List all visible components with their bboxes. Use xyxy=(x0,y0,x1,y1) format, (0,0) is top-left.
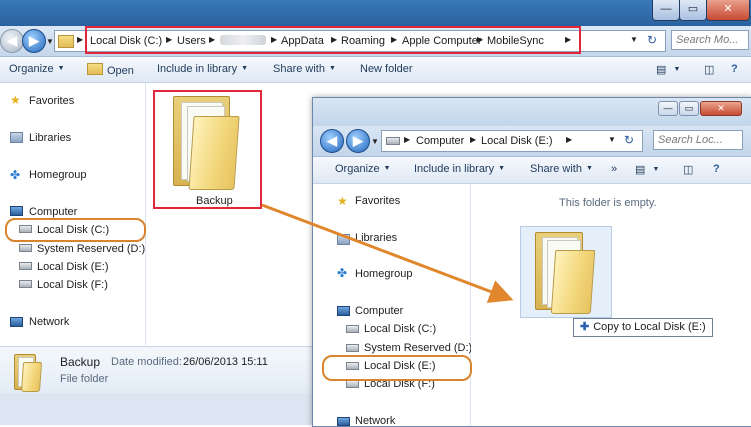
drag-arrow xyxy=(261,203,514,303)
drag-arrow-line xyxy=(261,203,514,303)
